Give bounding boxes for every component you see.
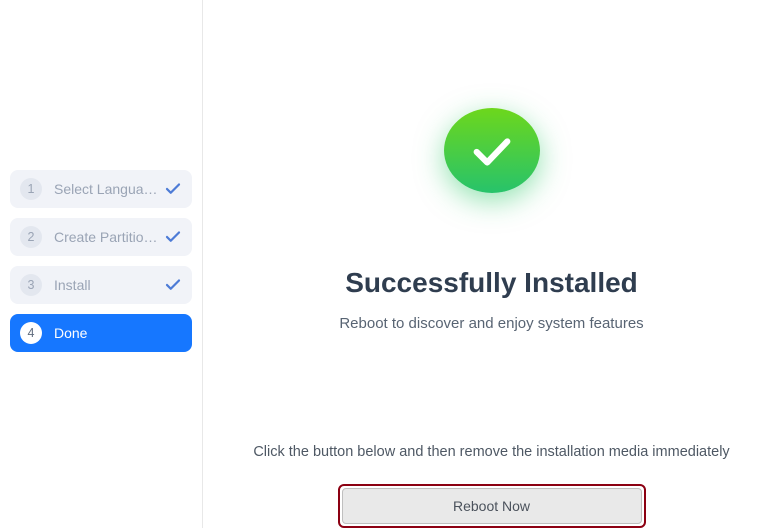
step-create-partitions[interactable]: 2 Create Partitions	[10, 218, 192, 256]
check-icon	[164, 276, 182, 294]
success-check-icon	[444, 108, 540, 193]
main-content: Successfully Installed Reboot to discove…	[203, 0, 780, 528]
instruction-text: Click the button below and then remove t…	[253, 444, 729, 460]
step-install[interactable]: 3 Install	[10, 266, 192, 304]
step-number-badge: 4	[20, 322, 42, 344]
page-subtitle: Reboot to discover and enjoy system feat…	[339, 315, 643, 332]
step-select-language[interactable]: 1 Select Language	[10, 170, 192, 208]
sidebar: 1 Select Language 2 Create Partitions 3 …	[0, 0, 203, 528]
step-number-badge: 1	[20, 178, 42, 200]
step-label: Install	[54, 277, 158, 293]
step-done[interactable]: 4 Done	[10, 314, 192, 352]
step-label: Select Language	[54, 181, 158, 197]
step-number-badge: 2	[20, 226, 42, 248]
reboot-button-highlight: Reboot Now	[338, 484, 646, 528]
step-number-badge: 3	[20, 274, 42, 296]
reboot-now-button[interactable]: Reboot Now	[342, 488, 642, 524]
step-label: Create Partitions	[54, 229, 158, 245]
check-icon	[164, 180, 182, 198]
page-title: Successfully Installed	[345, 267, 638, 299]
step-label: Done	[54, 325, 182, 341]
check-icon	[164, 228, 182, 246]
